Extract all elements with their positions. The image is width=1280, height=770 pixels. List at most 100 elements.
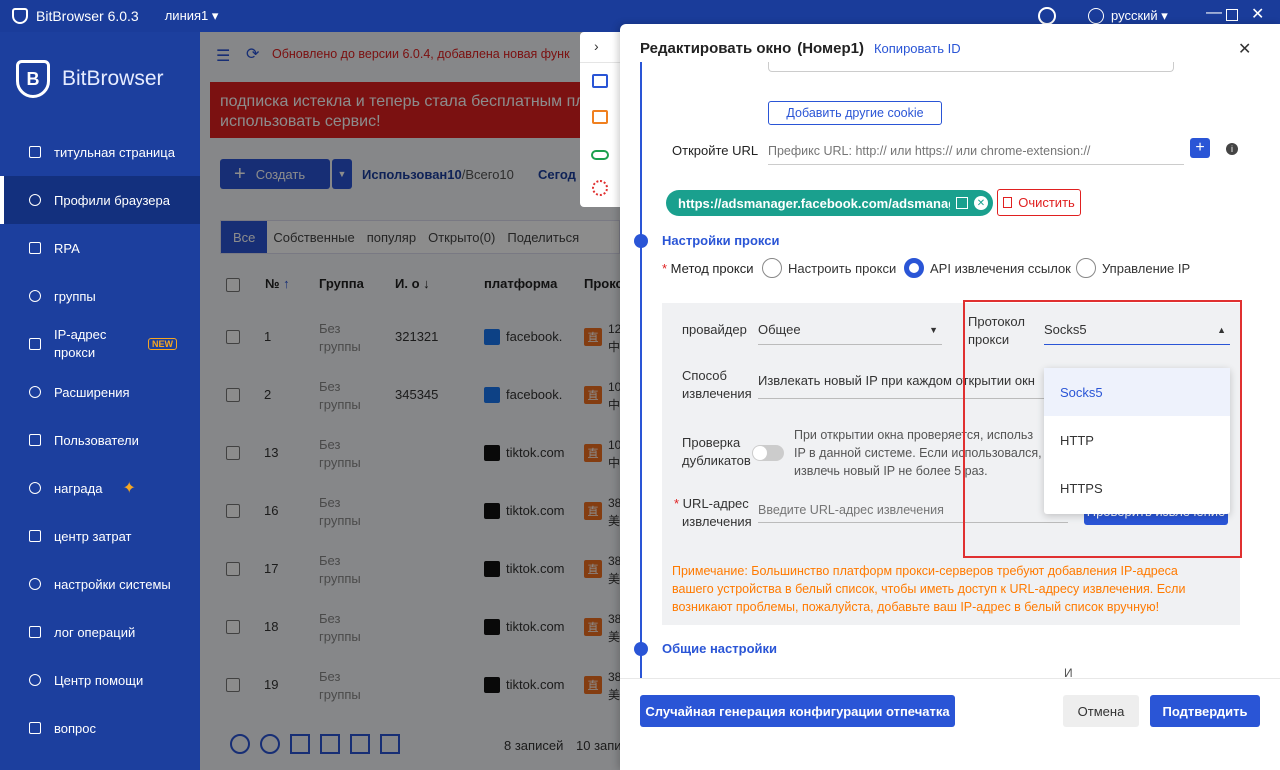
clear-button[interactable]: Очистить [997,189,1081,216]
sidebar-item-2[interactable]: Профили браузера [0,176,200,224]
provider-label: провайдер [682,322,747,337]
add-url-button[interactable]: + [1190,138,1210,158]
line-selector[interactable]: линия1 ▾ [165,8,219,24]
provider-select[interactable]: Общее ▼ [758,315,942,345]
duplicate-toggle[interactable] [752,445,784,461]
sidebar-item-label: лог операций [54,624,136,640]
close-icon[interactable]: ✕ [1238,39,1251,59]
brand-logo-icon: B [16,60,50,98]
sidebar-item-1[interactable]: титульная страница [0,128,200,176]
panel-number: (Номер1) [797,40,864,57]
settings-icon [26,575,44,593]
toggle-icon[interactable] [591,150,609,160]
language-selector[interactable]: русский ▾ [1111,8,1168,24]
method-radio-ip-manage[interactable]: Управление IP [1076,258,1190,278]
panel-title: Редактировать окно [640,40,792,57]
gift-icon [26,479,44,497]
puzzle-icon [26,383,44,401]
general-section-title: Общие настройки [662,641,777,656]
caret-down-icon: ▼ [929,324,938,335]
method-radio-api[interactable]: API извлечения ссылок [904,258,1071,278]
sidebar-item-label: RPA [54,240,80,256]
sidebar-item-label: группы [54,288,96,304]
sidebar-item-label: центр затрат [54,528,132,544]
proxy-section-title: Настройки прокси [662,233,780,248]
wallet-icon [26,527,44,545]
collapse-chevron-icon[interactable]: › [594,38,599,54]
copy-id-link[interactable]: Копировать ID [874,41,961,56]
minimize-button[interactable]: — [1206,4,1222,22]
sidebar-item-13[interactable]: вопрос [0,704,200,752]
maximize-button[interactable] [1226,9,1238,21]
sidebar-item-11[interactable]: лог операций [0,608,200,656]
sidebar-item-label: Расширения [54,384,130,400]
panel-body: Добавить другие cookie Откройте URL + i … [620,62,1280,678]
users-icon [26,431,44,449]
info-icon[interactable]: i [1226,143,1238,155]
confirm-button[interactable]: Подтвердить [1150,695,1260,727]
open-url-input[interactable] [768,137,1184,165]
grid-icon [26,191,44,209]
sidebar-item-label: настройки системы [54,576,171,592]
random-fingerprint-button[interactable]: Случайная генерация конфигурации отпечат… [640,695,955,727]
note-icon[interactable] [592,74,608,88]
globe-icon [1088,8,1104,24]
sidebar-item-label: Центр помощи [54,672,144,688]
open-url-label: Откройте URL [672,143,759,158]
remove-tag-icon[interactable]: ✕ [974,196,988,210]
edit-window-panel: Редактировать окно (Номер1) Копировать I… [620,24,1280,770]
sidebar-item-8[interactable]: награда ✦ [0,464,200,512]
help-icon [26,671,44,689]
proxy-method-label: * Метод прокси [662,261,754,276]
app-title: BitBrowser 6.0.3 [36,8,139,24]
extract-label: Способ извлечения [682,368,752,401]
general-partial-text: И [1064,666,1073,678]
location-icon [26,335,44,353]
brand: B BitBrowser [16,60,164,98]
section-dot-general [634,642,648,656]
home-icon [26,143,44,161]
panel-header: Редактировать окно (Номер1) Копировать I… [640,40,961,57]
close-window-button[interactable]: ✕ [1251,4,1264,24]
sidebar-item-6[interactable]: Расширения [0,368,200,416]
sidebar: B BitBrowser титульная страница Профили б… [0,32,200,770]
sidebar-item-5[interactable]: IP-адрес прокси NEW [0,320,200,368]
sidebar-item-label: Профили браузера [54,192,170,208]
brand-name: BitBrowser [62,67,164,90]
section-dot-proxy [634,234,648,248]
sidebar-item-9[interactable]: центр затрат [0,512,200,560]
timeline-line [640,62,642,678]
sparkle-icon: ✦ [122,480,136,497]
sidebar-item-label: награда [54,480,103,496]
sidebar-item-label: титульная страница [54,144,175,160]
trash-icon [1003,197,1013,208]
log-icon [26,623,44,641]
sidebar-item-label: Пользователи [54,432,139,448]
method-radio-custom[interactable]: Настроить прокси [762,258,896,278]
sidebar-item-12[interactable]: Центр помощи [0,656,200,704]
proxy-note: Примечание: Большинство платформ прокси-… [672,564,1186,614]
side-tools: › [580,32,620,207]
sidebar-item-label: IP-адрес прокси [54,327,107,360]
support-icon[interactable] [1038,7,1056,25]
url-tag[interactable]: https://adsmanager.facebook.com/adsmanag… [666,190,993,216]
ip-icon[interactable] [592,110,608,124]
api-url-label: * URL-адрес извлечения [674,496,752,529]
panel-footer: Случайная генерация конфигурации отпечат… [620,678,1280,770]
add-cookie-button[interactable]: Добавить другие cookie [768,101,942,125]
rpa-icon [26,239,44,257]
sidebar-item-7[interactable]: Пользователи [0,416,200,464]
fingerprint-icon[interactable] [592,180,608,196]
highlight-box [963,300,1242,558]
new-badge: NEW [148,338,177,350]
question-icon [26,719,44,737]
cancel-button[interactable]: Отмена [1063,695,1139,727]
sidebar-item-10[interactable]: настройки системы [0,560,200,608]
layers-icon [26,287,44,305]
sidebar-item-label: вопрос [54,720,96,736]
cookie-textarea[interactable] [768,62,1174,72]
sidebar-item-4[interactable]: группы [0,272,200,320]
sidebar-item-3[interactable]: RPA [0,224,200,272]
app-logo-icon [12,8,28,24]
edit-tag-icon[interactable] [956,197,968,209]
